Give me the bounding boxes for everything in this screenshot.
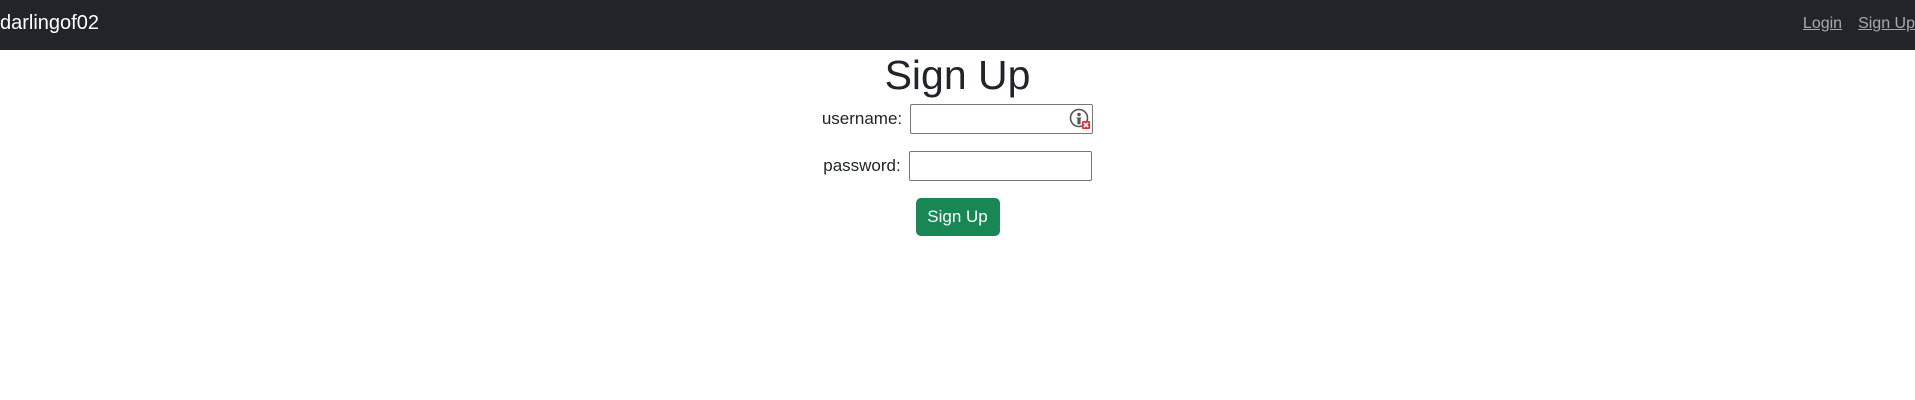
password-manager-icon[interactable]	[1069, 108, 1091, 130]
submit-row: Sign Up	[0, 198, 1915, 236]
username-input[interactable]	[910, 104, 1094, 134]
password-input[interactable]	[908, 151, 1092, 181]
password-field-wrap	[908, 151, 1092, 181]
login-link[interactable]: Login	[1803, 14, 1842, 34]
navbar-links: Login Sign Up	[1803, 14, 1915, 34]
password-label: password:	[823, 156, 901, 175]
signup-button[interactable]: Sign Up	[915, 198, 1000, 236]
signup-link[interactable]: Sign Up	[1858, 14, 1915, 34]
navbar-brand[interactable]: darlingof02	[0, 11, 99, 35]
username-row: username:	[0, 104, 1915, 134]
page-title: Sign Up	[884, 52, 1031, 98]
navbar: darlingof02 Login Sign Up	[0, 0, 1915, 50]
username-field-wrap	[910, 104, 1094, 134]
password-row: password:	[0, 151, 1915, 181]
username-label: username:	[821, 109, 903, 128]
